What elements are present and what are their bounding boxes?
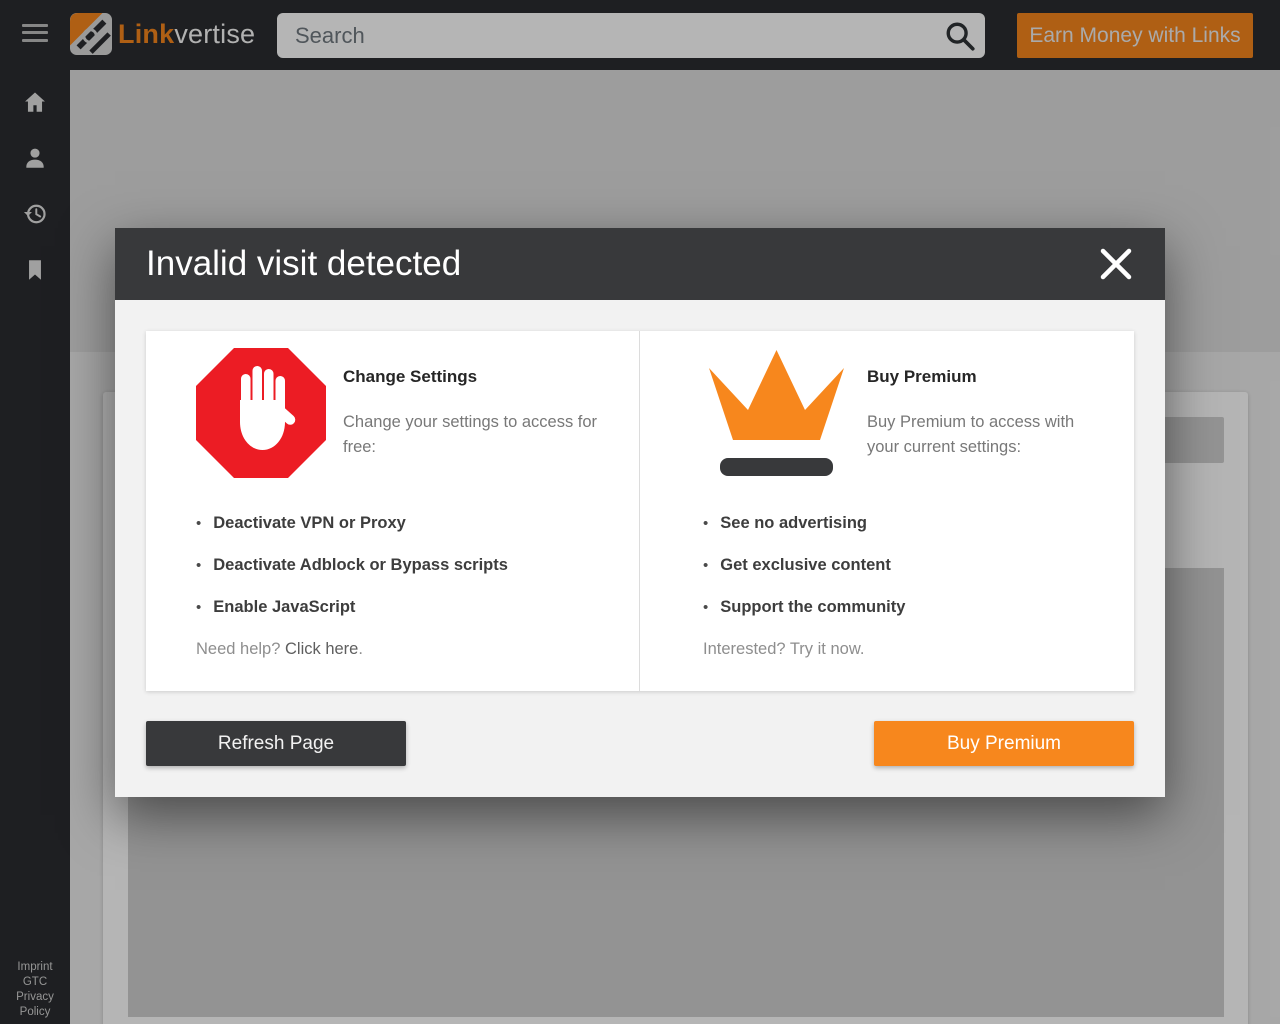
buy-premium-button[interactable]: Buy Premium	[874, 721, 1134, 766]
buy-premium-panel: Buy Premium Buy Premium to access with y…	[640, 331, 1134, 691]
change-settings-description: Change your settings to access for free:	[343, 410, 609, 459]
list-item: Deactivate VPN or Proxy	[196, 514, 609, 533]
invalid-visit-modal: Invalid visit detected	[115, 228, 1165, 797]
change-settings-heading: Change Settings	[343, 367, 609, 387]
buy-premium-description: Buy Premium to access with your current …	[867, 410, 1104, 459]
buy-premium-list: See no advertising Get exclusive content…	[703, 514, 1104, 617]
change-settings-list: Deactivate VPN or Proxy Deactivate Adblo…	[196, 514, 609, 617]
list-item: Support the community	[703, 598, 1104, 617]
list-item: Enable JavaScript	[196, 598, 609, 617]
modal-body: Change Settings Change your settings to …	[115, 300, 1165, 797]
click-here-link[interactable]: Click here	[285, 640, 358, 658]
premium-crown-icon	[703, 348, 850, 478]
buy-premium-heading: Buy Premium	[867, 367, 1104, 387]
adblock-stop-hand-icon	[196, 348, 326, 478]
change-settings-panel: Change Settings Change your settings to …	[146, 331, 640, 691]
interested-note: Interested? Try it now.	[703, 640, 1104, 659]
list-item: Get exclusive content	[703, 556, 1104, 575]
modal-header: Invalid visit detected	[115, 228, 1165, 300]
list-item: See no advertising	[703, 514, 1104, 533]
need-help-note: Need help? Click here.	[196, 640, 609, 659]
refresh-page-button[interactable]: Refresh Page	[146, 721, 406, 766]
modal-title: Invalid visit detected	[146, 244, 1098, 284]
close-button[interactable]	[1098, 244, 1138, 284]
list-item: Deactivate Adblock or Bypass scripts	[196, 556, 609, 575]
close-icon	[1098, 246, 1134, 282]
